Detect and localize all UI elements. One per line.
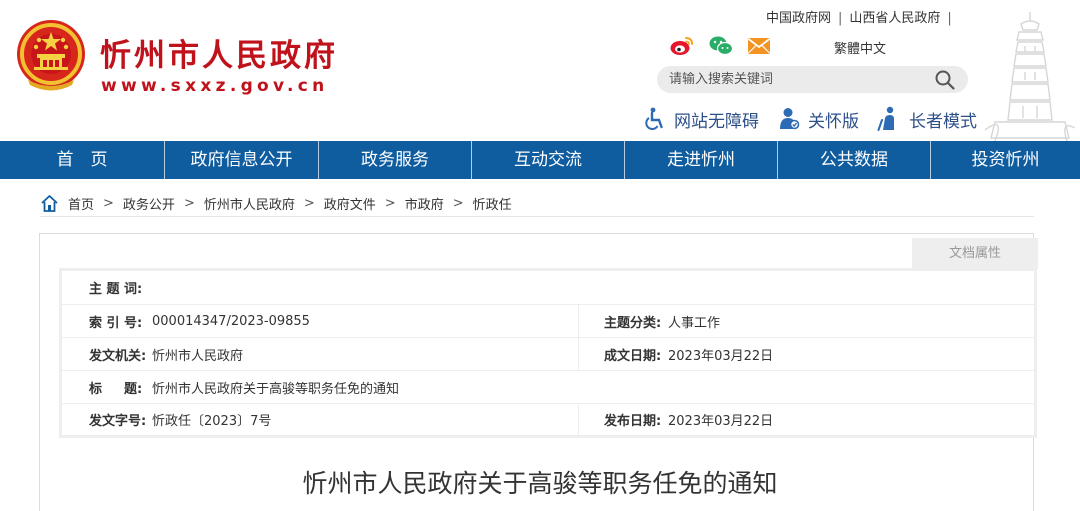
breadcrumb-separator: > [103,195,114,211]
breadcrumb-divider [40,216,1034,217]
category-value: 人事工作 [668,315,721,331]
breadcrumb-separator: > [384,195,396,211]
lang-switch-traditional[interactable]: 繁體中文 [834,38,886,57]
subject-words-label: 主 题 词: [89,282,143,297]
divider [578,305,579,337]
breadcrumb-gov-docs[interactable]: 政府文件 [324,194,376,213]
table-row: 索 引 号: 000014347/2023-09855 主题分类: 人事工作 [62,305,1034,338]
publish-date-label: 发布日期: [604,414,662,429]
search-box [657,66,968,93]
nav-about-xinzhou[interactable]: 走进忻州 [625,141,778,179]
divider: | [947,11,952,26]
barrier-free-label: 网站无障碍 [674,111,759,132]
breadcrumb-separator: > [183,195,195,211]
nav-services[interactable]: 政务服务 [319,141,472,179]
table-row: 发文字号: 忻政任〔2023〕7号 发布日期: 2023年03月22日 [62,404,1034,435]
barrier-free-link[interactable]: 网站无障碍 [644,104,759,134]
divider: | [838,11,843,26]
breadcrumb: 首页 > 政务公开 > 忻州市人民政府 > 政府文件 > 市政府 > 忻政任 [40,192,512,214]
site-header: 忻州市人民政府 www.sxxz.gov.cn 中国政府网 | 山西省人民政府 | 繁… [0,0,1080,141]
breadcrumb-separator: > [452,195,464,211]
index-label: 索 引 号: [89,315,143,331]
doc-attributes-table: 主 题 词: 索 引 号: 000014347/2023-09855 主题分类:… [59,268,1037,438]
breadcrumb-separator: > [303,195,315,211]
title-label-a: 标 [89,381,103,397]
weibo-icon[interactable] [670,35,694,57]
doc-attributes-tab[interactable]: 文档属性 [912,238,1038,269]
care-mode-link[interactable]: 关怀版 [778,104,859,134]
elder-mode-label: 长者模式 [909,111,977,132]
title-label-b: 题: [124,381,143,397]
written-date-label: 成文日期: [604,348,662,364]
search-icon[interactable] [934,69,956,91]
mail-icon[interactable] [747,35,771,57]
nav-home[interactable]: 首 页 [0,141,165,179]
issuer-value: 忻州市人民政府 [152,348,244,364]
divider [578,338,579,370]
top-links: 中国政府网 | 山西省人民政府 | [766,7,959,26]
national-emblem-icon[interactable] [14,18,88,94]
pagoda-decoration [985,12,1075,141]
nav-invest[interactable]: 投资忻州 [931,141,1080,179]
nav-gov-info[interactable]: 政府信息公开 [165,141,319,179]
doc-no-label: 发文字号: [89,414,147,429]
table-row: 主 题 词: [62,271,1034,305]
elder-icon [877,106,894,131]
search-input[interactable] [669,70,919,89]
document-title: 忻州市人民政府关于高骏等职务任免的通知 [302,469,778,498]
wheelchair-icon [645,107,663,130]
breadcrumb-current[interactable]: 忻政任 [473,194,512,213]
site-title[interactable]: 忻州市人民政府 [100,30,338,75]
site-url[interactable]: www.sxxz.gov.cn [101,76,329,96]
table-row: 发文机关: 忻州市人民政府 成文日期: 2023年03月22日 [62,338,1034,371]
elder-mode-link[interactable]: 长者模式 [877,104,977,134]
written-date-value: 2023年03月22日 [668,348,774,364]
main-nav: 首 页 政府信息公开 政务服务 互动交流 走进忻州 公共数据 投资忻州 [0,141,1080,179]
care-mode-label: 关怀版 [808,111,859,132]
issuer-label: 发文机关: [89,348,147,364]
breadcrumb-gov-affairs[interactable]: 政务公开 [123,194,175,213]
table-row: 标 题: 忻州市人民政府关于高骏等职务任免的通知 [62,371,1034,404]
link-gov-cn[interactable]: 中国政府网 [766,11,831,26]
publish-date-value: 2023年03月22日 [668,414,774,429]
breadcrumb-home[interactable]: 首页 [68,194,94,213]
breadcrumb-municipal[interactable]: 市政府 [405,194,444,213]
title-value: 忻州市人民政府关于高骏等职务任免的通知 [152,381,400,397]
category-label: 主题分类: [604,315,662,331]
breadcrumb-city-gov[interactable]: 忻州市人民政府 [204,194,295,213]
home-icon[interactable] [40,194,59,213]
nav-interaction[interactable]: 互动交流 [472,141,625,179]
wechat-icon[interactable] [709,35,733,57]
care-icon [780,108,800,130]
divider [578,404,579,435]
nav-public-data[interactable]: 公共数据 [778,141,931,179]
link-shanxi-gov[interactable]: 山西省人民政府 [849,11,940,26]
index-value: 000014347/2023-09855 [152,313,310,329]
doc-no-value: 忻政任〔2023〕7号 [152,414,272,429]
